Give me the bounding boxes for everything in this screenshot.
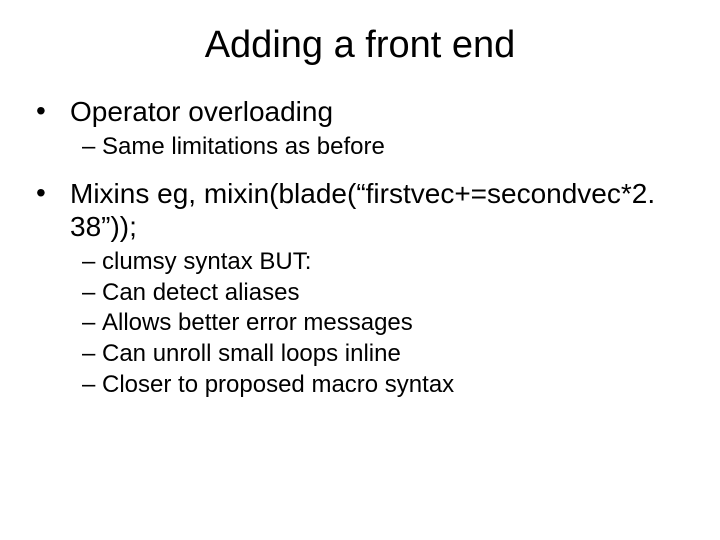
dash-icon: – <box>82 308 102 339</box>
list-item-text: Mixins eg, mixin(blade(“firstvec+=second… <box>70 177 690 243</box>
sub-list-item: – Closer to proposed macro syntax <box>82 370 690 401</box>
dash-icon: – <box>82 370 102 401</box>
sub-list-item-text: Can unroll small loops inline <box>102 339 401 370</box>
sub-list-item-text: Same limitations as before <box>102 132 385 163</box>
list-item: • Mixins eg, mixin(blade(“firstvec+=seco… <box>30 177 690 401</box>
slide-title: Adding a front end <box>30 24 690 67</box>
sub-bullet-list: – Same limitations as before <box>30 132 690 163</box>
sub-list-item-text: clumsy syntax BUT: <box>102 247 311 278</box>
dash-icon: – <box>82 278 102 309</box>
sub-list-item-text: Allows better error messages <box>102 308 413 339</box>
list-item-text: Operator overloading <box>70 95 690 128</box>
dash-icon: – <box>82 339 102 370</box>
bullet-icon: • <box>30 177 70 209</box>
dash-icon: – <box>82 132 102 163</box>
sub-list-item: – clumsy syntax BUT: <box>82 247 690 278</box>
sub-list-item: – Can detect aliases <box>82 278 690 309</box>
sub-list-item-text: Closer to proposed macro syntax <box>102 370 454 401</box>
list-item: • Operator overloading – Same limitation… <box>30 95 690 163</box>
sub-list-item: – Same limitations as before <box>82 132 690 163</box>
bullet-list: • Operator overloading – Same limitation… <box>30 95 690 400</box>
dash-icon: – <box>82 247 102 278</box>
sub-list-item: – Allows better error messages <box>82 308 690 339</box>
slide: Adding a front end • Operator overloadin… <box>0 0 720 540</box>
sub-bullet-list: – clumsy syntax BUT: – Can detect aliase… <box>30 247 690 401</box>
sub-list-item-text: Can detect aliases <box>102 278 299 309</box>
bullet-icon: • <box>30 95 70 127</box>
sub-list-item: – Can unroll small loops inline <box>82 339 690 370</box>
